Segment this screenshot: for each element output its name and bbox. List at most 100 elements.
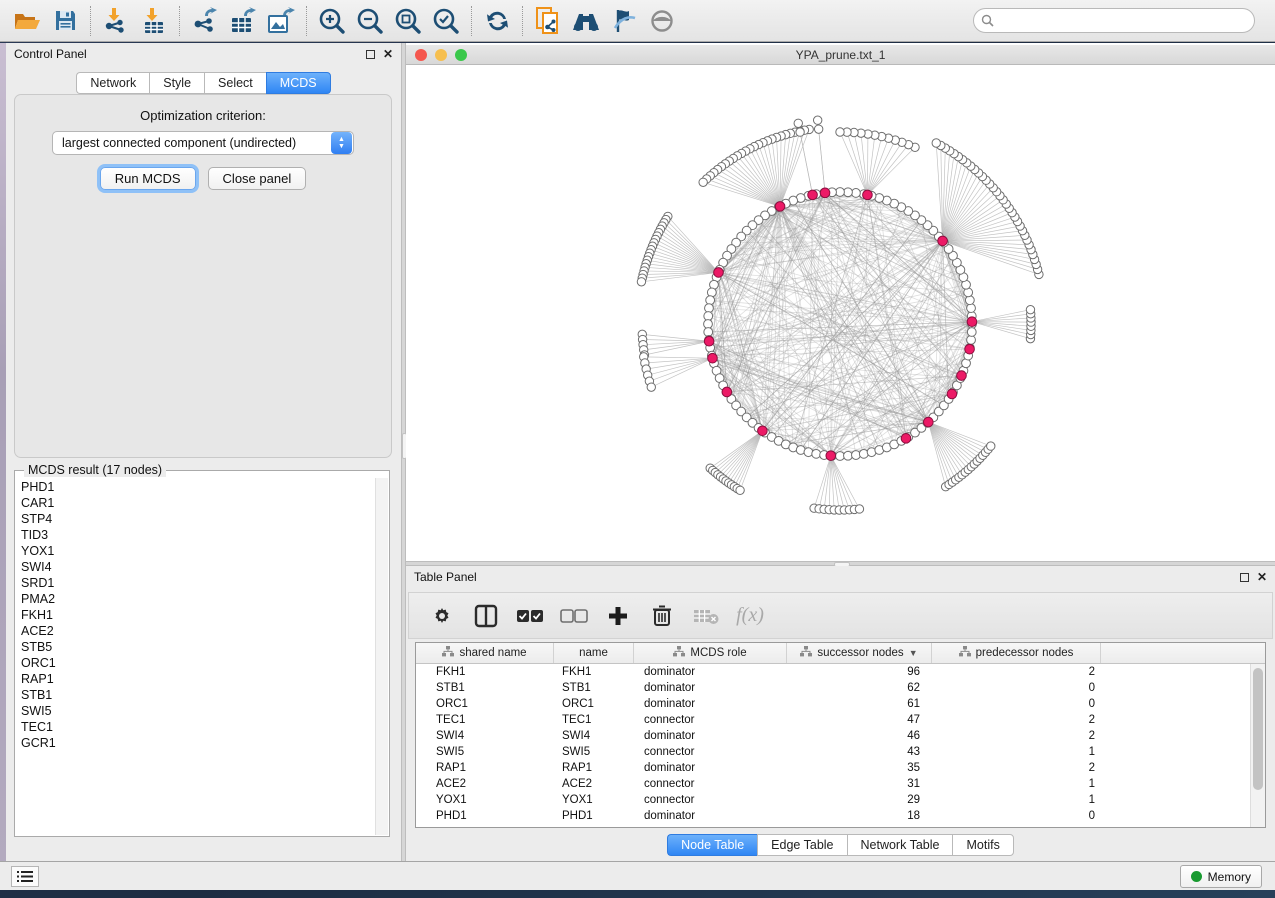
column-header-name[interactable]: name: [554, 643, 634, 663]
delete-table-button[interactable]: [691, 599, 721, 633]
tab-node-table[interactable]: Node Table: [667, 834, 757, 856]
network-node[interactable]: [844, 451, 853, 460]
mcds-result-item[interactable]: SRD1: [17, 575, 375, 591]
tab-edge-table[interactable]: Edge Table: [757, 834, 846, 856]
network-node[interactable]: [967, 328, 976, 337]
optimization-criterion-select[interactable]: largest connected component (undirected)…: [52, 131, 354, 155]
mcds-result-item[interactable]: STP4: [17, 511, 375, 527]
table-row[interactable]: PHD1PHD1dominator180: [416, 808, 1250, 824]
hide-selected-button[interactable]: [605, 4, 643, 38]
tab-select[interactable]: Select: [204, 72, 266, 94]
tab-network-table[interactable]: Network Table: [847, 834, 953, 856]
mcds-result-item[interactable]: STB5: [17, 639, 375, 655]
mcds-hub-node[interactable]: [826, 451, 836, 461]
table-row[interactable]: FKH1FKH1dominator962: [416, 664, 1250, 680]
mcds-result-item[interactable]: TID3: [17, 527, 375, 543]
network-graph[interactable]: [406, 66, 1275, 561]
network-node[interactable]: [859, 449, 868, 458]
network-node[interactable]: [967, 304, 976, 313]
mcds-hub-node[interactable]: [708, 353, 718, 363]
table-row[interactable]: SWI5SWI5connector431: [416, 744, 1250, 760]
network-node[interactable]: [705, 304, 714, 313]
import-network-button[interactable]: [97, 4, 135, 38]
table-row[interactable]: RAP1RAP1dominator352: [416, 760, 1250, 776]
mcds-result-item[interactable]: YOX1: [17, 543, 375, 559]
table-row[interactable]: YOX1YOX1connector291: [416, 792, 1250, 808]
mcds-result-item[interactable]: PMA2: [17, 591, 375, 607]
run-mcds-button[interactable]: Run MCDS: [100, 167, 196, 190]
show-all-columns-button[interactable]: [515, 599, 545, 633]
network-leaf-node[interactable]: [637, 278, 645, 286]
tab-network[interactable]: Network: [76, 72, 149, 94]
network-leaf-node[interactable]: [813, 116, 821, 124]
table-row[interactable]: SWI4SWI4dominator462: [416, 728, 1250, 744]
mcds-result-item[interactable]: GCR1: [17, 735, 375, 751]
network-node[interactable]: [804, 448, 813, 457]
mcds-hub-node[interactable]: [947, 389, 957, 399]
network-node[interactable]: [967, 336, 976, 345]
network-leaf-node[interactable]: [796, 128, 804, 136]
column-header-successor-nodes[interactable]: successor nodes▼: [787, 643, 932, 663]
network-leaf-node[interactable]: [932, 139, 940, 147]
mcds-result-list[interactable]: PHD1CAR1STP4TID3YOX1SWI4SRD1PMA2FKH1ACE2…: [17, 479, 375, 834]
close-panel-button[interactable]: Close panel: [208, 167, 307, 190]
mcds-hub-node[interactable]: [957, 371, 967, 381]
export-network-button[interactable]: [186, 4, 224, 38]
zoom-out-button[interactable]: [351, 4, 389, 38]
split-view-button[interactable]: [471, 599, 501, 633]
mcds-result-item[interactable]: SWI5: [17, 703, 375, 719]
float-table-panel-icon[interactable]: [1240, 573, 1249, 582]
hide-all-columns-button[interactable]: [559, 599, 589, 633]
zoom-in-button[interactable]: [313, 4, 351, 38]
float-panel-icon[interactable]: [366, 50, 375, 59]
mcds-result-item[interactable]: RAP1: [17, 671, 375, 687]
network-leaf-node[interactable]: [736, 486, 744, 494]
task-history-button[interactable]: [11, 866, 39, 887]
table-row[interactable]: ACE2ACE2connector311: [416, 776, 1250, 792]
mcds-result-item[interactable]: CAR1: [17, 495, 375, 511]
mcds-result-item[interactable]: ACE2: [17, 623, 375, 639]
column-header-predecessor-nodes[interactable]: predecessor nodes: [932, 643, 1101, 663]
network-node[interactable]: [965, 296, 974, 305]
table-scrollbar[interactable]: [1250, 664, 1265, 827]
mcds-hub-node[interactable]: [924, 417, 934, 427]
mcds-result-item[interactable]: FKH1: [17, 607, 375, 623]
clone-network-button[interactable]: [529, 4, 567, 38]
delete-column-button[interactable]: [647, 599, 677, 633]
mcds-result-item[interactable]: STB1: [17, 687, 375, 703]
network-leaf-node[interactable]: [647, 383, 655, 391]
network-node[interactable]: [812, 449, 821, 458]
mcds-hub-node[interactable]: [714, 268, 724, 278]
network-leaf-node[interactable]: [836, 128, 844, 136]
export-table-button[interactable]: [224, 4, 262, 38]
mcds-hub-node[interactable]: [722, 387, 732, 397]
open-folder-button[interactable]: [8, 4, 46, 38]
tab-mcds[interactable]: MCDS: [266, 72, 331, 94]
mcds-result-item[interactable]: SWI4: [17, 559, 375, 575]
network-node[interactable]: [852, 189, 861, 198]
save-button[interactable]: [46, 4, 84, 38]
network-leaf-node[interactable]: [794, 119, 802, 127]
mcds-hub-node[interactable]: [758, 426, 768, 436]
memory-button[interactable]: Memory: [1180, 865, 1262, 888]
network-leaf-node[interactable]: [855, 505, 863, 513]
search-input[interactable]: [994, 14, 1254, 28]
add-column-button[interactable]: [603, 599, 633, 633]
tab-style[interactable]: Style: [149, 72, 204, 94]
close-panel-icon[interactable]: ✕: [383, 50, 393, 59]
table-scrollbar-thumb[interactable]: [1253, 668, 1263, 790]
zoom-fit-button[interactable]: [389, 4, 427, 38]
table-settings-button[interactable]: [427, 599, 457, 633]
table-row[interactable]: STB1STB1dominator620: [416, 680, 1250, 696]
mcds-result-item[interactable]: PHD1: [17, 479, 375, 495]
table-row[interactable]: ORC1ORC1dominator610: [416, 696, 1250, 712]
mcds-hub-node[interactable]: [820, 188, 830, 198]
close-table-panel-icon[interactable]: ✕: [1257, 573, 1267, 582]
network-leaf-node[interactable]: [814, 125, 822, 133]
network-leaf-node[interactable]: [1026, 305, 1034, 313]
mcds-hub-node[interactable]: [863, 190, 873, 200]
mcds-hub-node[interactable]: [967, 317, 977, 327]
function-builder-button[interactable]: f(x): [735, 599, 765, 633]
mcds-hub-node[interactable]: [775, 202, 785, 212]
search-network-button[interactable]: [567, 4, 605, 38]
